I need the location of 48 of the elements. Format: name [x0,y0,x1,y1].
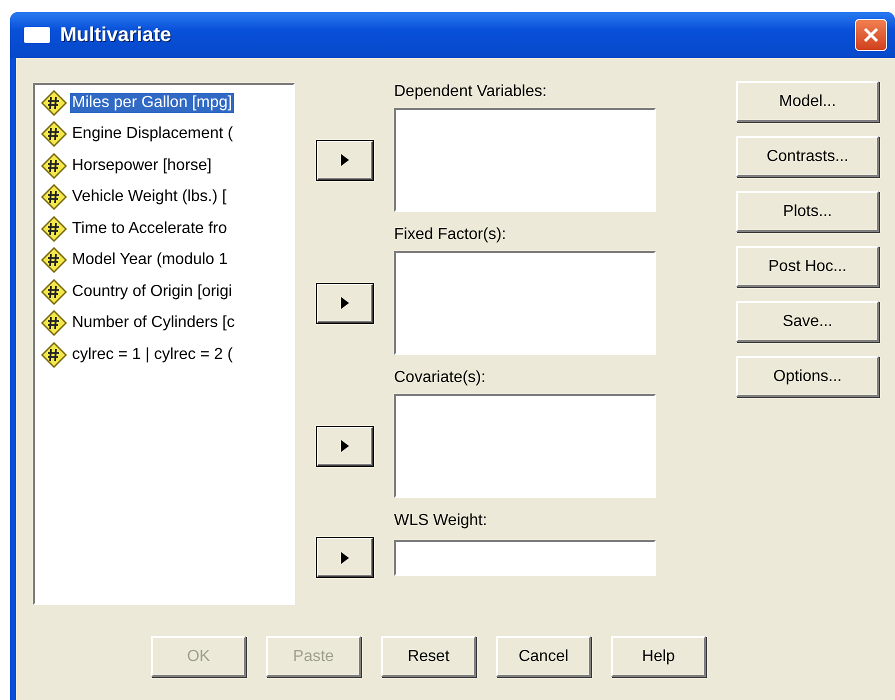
scale-variable-icon [41,152,67,179]
right-triangle-icon [340,296,350,310]
scale-variable-icon [41,342,67,368]
variable-item[interactable]: Number of Cylinders [c [70,313,237,334]
variable-item[interactable]: Country of Origin [origi [70,282,234,302]
dialog-button[interactable]: Plots... [736,191,879,232]
variable-item[interactable]: Miles per Gallon [mpg] [70,92,234,113]
move-button[interactable] [316,426,374,466]
dialog-button[interactable]: Save... [736,301,879,342]
variable-item[interactable]: Vehicle Weight (lbs.) [ [70,187,228,208]
right-triangle-icon [340,439,350,453]
target-label: WLS Weight: [394,512,488,531]
dialog-button[interactable]: Help [611,636,706,677]
variable-item[interactable]: Engine Displacement ( [70,124,235,144]
scale-variable-icon [41,184,67,210]
right-triangle-icon [340,550,350,564]
dialog-button[interactable]: Contrasts... [736,136,879,177]
move-button[interactable] [316,140,374,180]
dialog-button[interactable]: Model... [736,81,879,122]
variable-item[interactable]: Horsepower [horse] [70,156,214,176]
move-button[interactable] [316,282,374,324]
dialog-button[interactable]: Post Hoc... [736,246,879,287]
target-list[interactable] [394,251,656,355]
target-list[interactable] [394,108,656,212]
variable-item[interactable]: Model Year (modulo 1 [70,250,230,270]
target-label: Dependent Variables: [394,83,548,102]
close-icon [862,26,880,44]
target-label: Fixed Factor(s): [394,226,508,245]
close-button[interactable] [855,19,887,51]
window-title: Multivariate [60,24,172,46]
scale-variable-icon [41,121,67,148]
scale-variable-icon [41,247,67,274]
dialog-button[interactable]: Cancel [496,636,591,677]
variable-list[interactable] [33,83,295,605]
input-field[interactable] [394,540,656,576]
right-triangle-icon [340,153,350,167]
dialog-button[interactable]: Reset [381,636,476,677]
target-list[interactable] [394,394,656,498]
variable-item[interactable]: cylrec = 1 | cylrec = 2 ( [70,344,235,365]
variable-item[interactable]: Time to Accelerate fro [70,218,230,239]
window-icon [24,27,50,43]
scale-variable-icon [41,90,67,116]
dialog-button[interactable]: Options... [736,356,879,397]
scale-variable-icon [41,310,67,336]
scale-variable-icon [41,278,67,305]
move-button[interactable] [316,537,374,578]
scale-variable-icon [41,216,67,242]
target-label: Covariate(s): [394,369,487,388]
